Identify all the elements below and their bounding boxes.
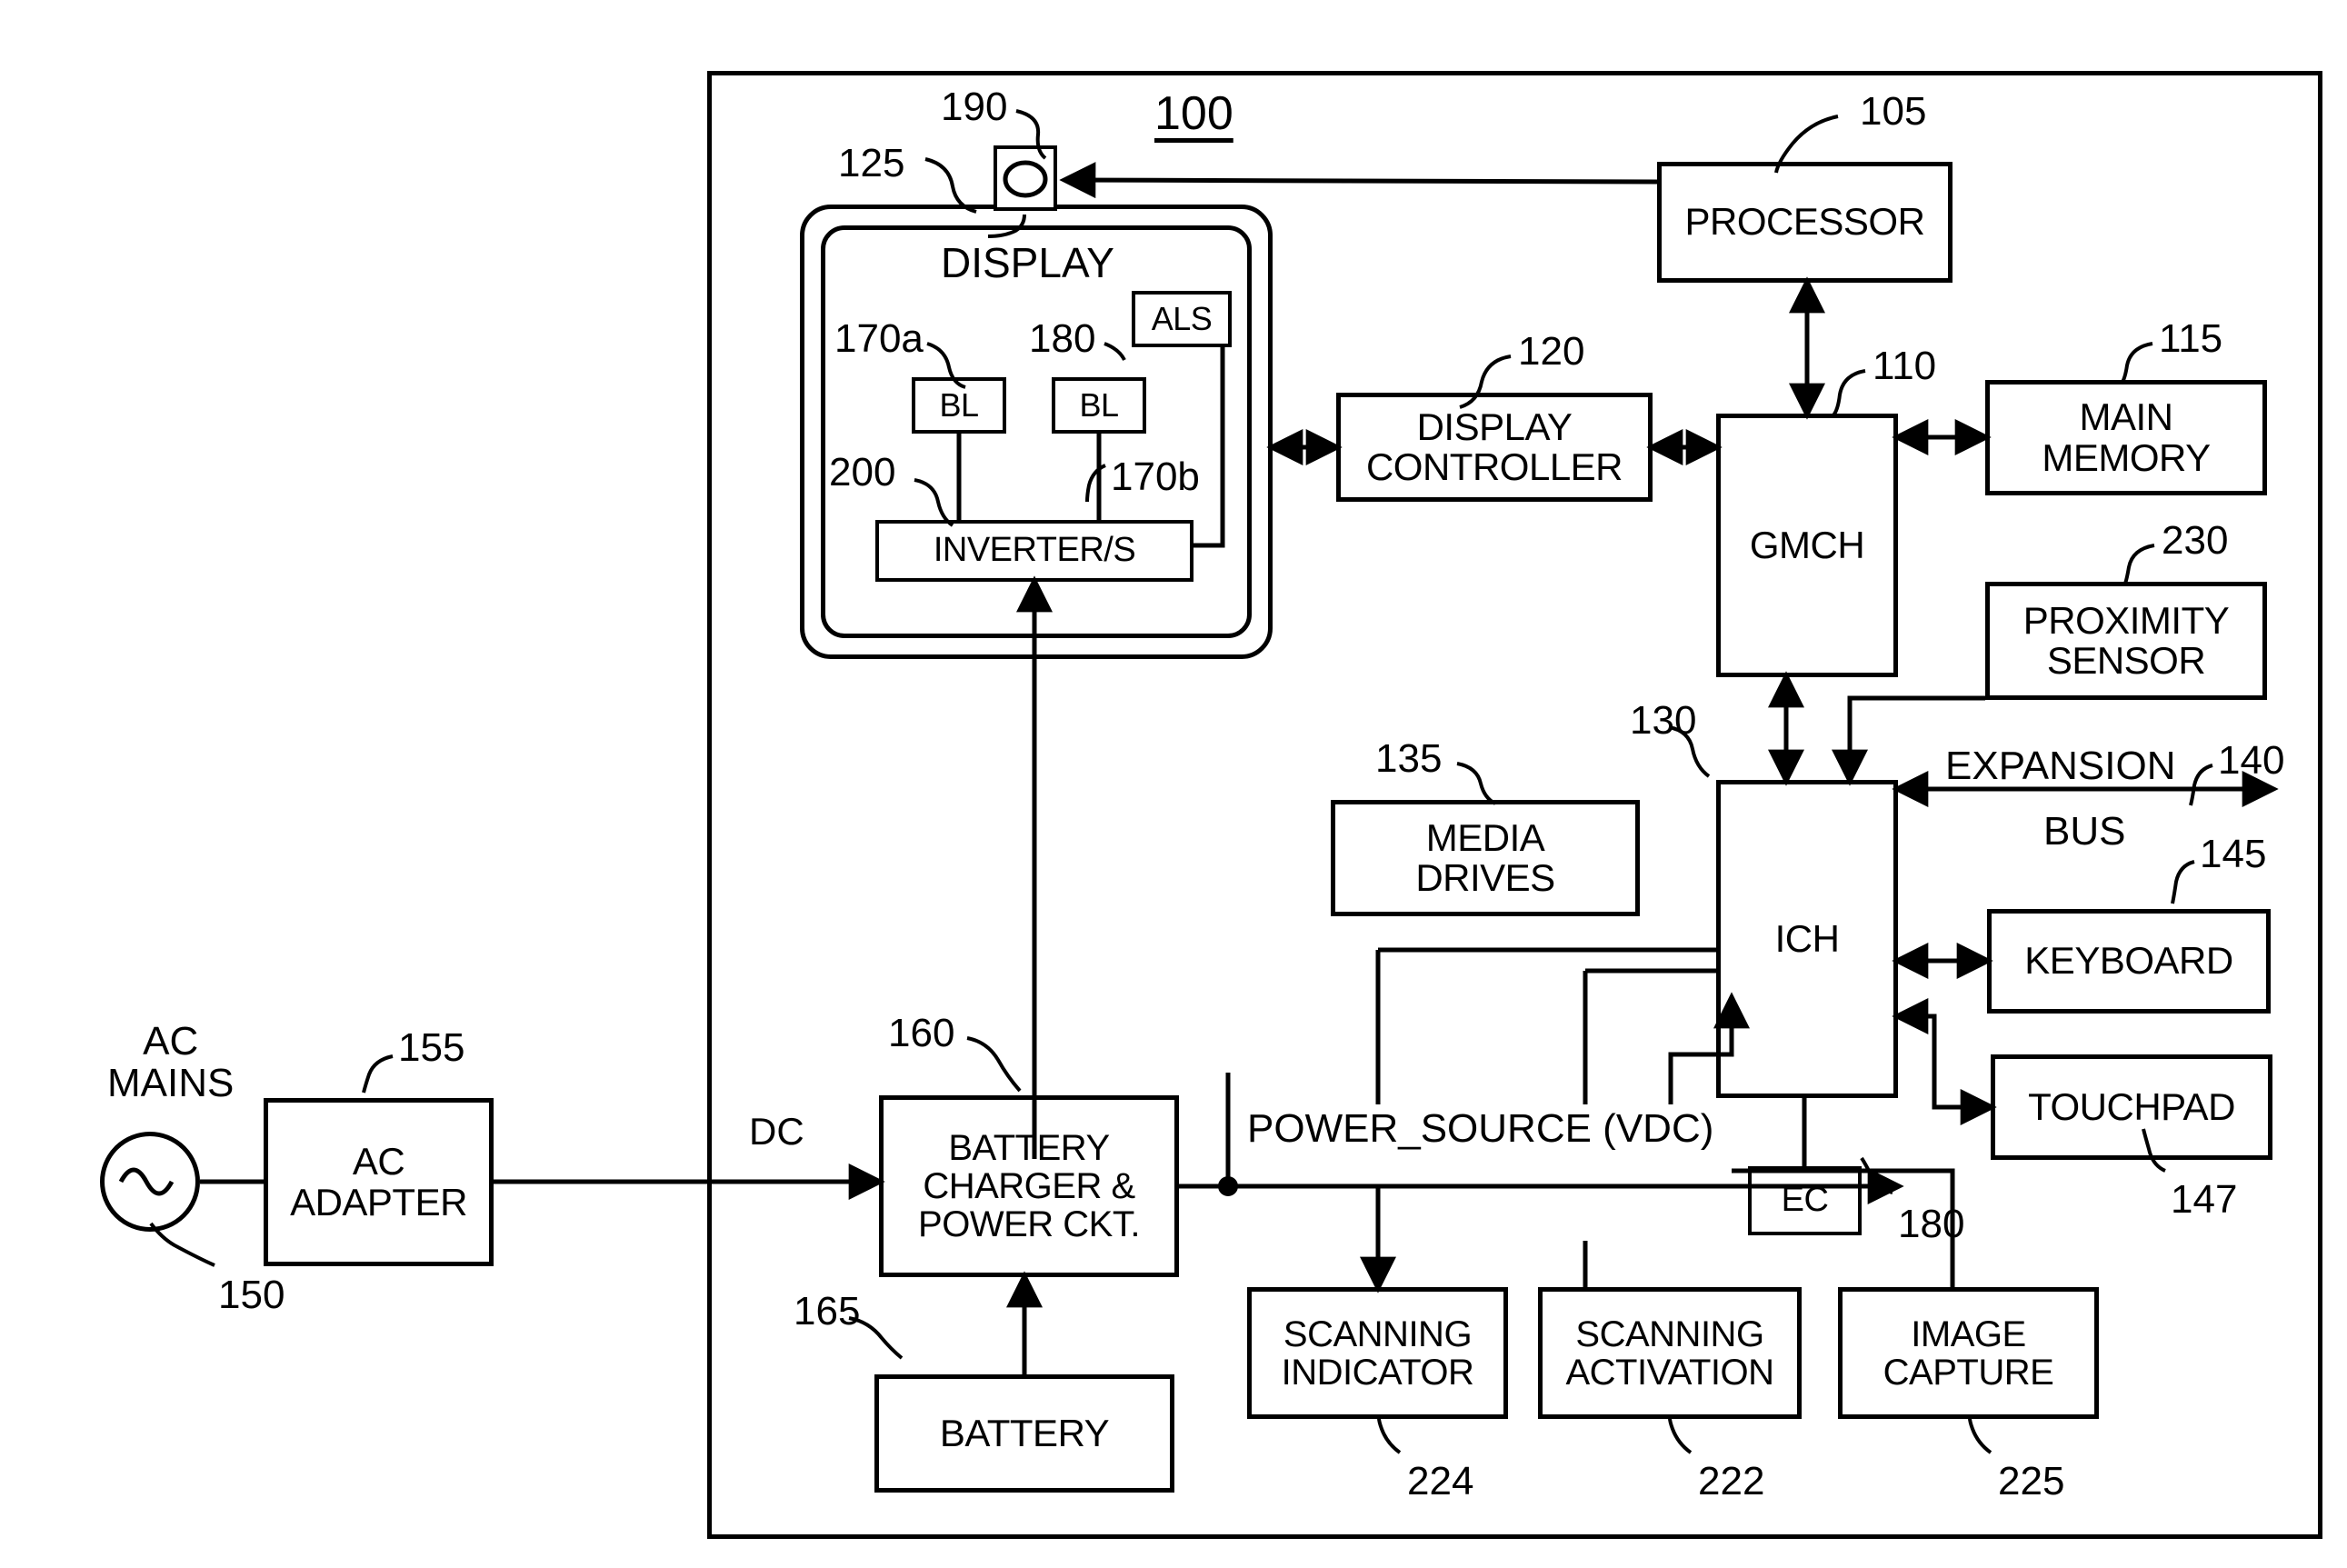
expansion-bus-label-line2: BUS [2043, 809, 2126, 854]
ref-160: 160 [888, 1011, 955, 1055]
processor-box: PROCESSOR [1657, 162, 1953, 283]
battery-box: BATTERY [874, 1374, 1174, 1493]
ac-source-icon [100, 1132, 200, 1232]
touchpad-label: TOUCHPAD [2028, 1084, 2235, 1128]
ref-224: 224 [1407, 1459, 1474, 1503]
ac-mains-label: AC MAINS [107, 1019, 235, 1106]
expansion-bus-label-line1: EXPANSION [1945, 744, 2176, 788]
scanning-activation-box: SCANNING ACTIVATION [1538, 1287, 1802, 1419]
ref-140: 140 [2218, 738, 2285, 783]
battery-charger-box: BATTERY CHARGER & POWER CKT. [879, 1095, 1179, 1277]
ref-147: 147 [2171, 1177, 2238, 1222]
scanning-indicator-label: SCANNING INDICATOR [1281, 1313, 1474, 1393]
display-controller-label: DISPLAY CONTROLLER [1365, 404, 1623, 488]
ec-label: EC [1781, 1181, 1829, 1220]
battery-label: BATTERY [939, 1411, 1110, 1454]
patent-figure-canvas: 100 DISPLAY ALS BL BL INVERTER/S DISPLAY… [0, 0, 2347, 1568]
ac-adapter-box: AC ADAPTER [264, 1098, 494, 1266]
ref-105: 105 [1860, 89, 1927, 134]
keyboard-label: KEYBOARD [2024, 939, 2233, 983]
ref-150: 150 [218, 1273, 285, 1317]
system-ref-100: 100 [1154, 87, 1233, 140]
ref-145: 145 [2200, 832, 2267, 876]
ref-165: 165 [794, 1289, 861, 1333]
main-memory-label: MAIN MEMORY [2042, 395, 2211, 479]
ref-130: 130 [1630, 698, 1697, 743]
backlight-b-label: BL [1079, 386, 1119, 424]
ref-180-ec: 180 [1898, 1202, 1965, 1246]
als-box: ALS [1132, 291, 1232, 347]
dc-label: DC [749, 1110, 804, 1153]
proximity-sensor-label: PROXIMITY SENSOR [2022, 598, 2230, 682]
gmch-box: GMCH [1716, 414, 1898, 677]
ref-180-als: 180 [1029, 316, 1096, 361]
ref-110: 110 [1873, 344, 1937, 388]
battery-charger-label: BATTERY CHARGER & POWER CKT. [918, 1128, 1140, 1244]
inverter-box: INVERTER/S [875, 520, 1193, 582]
display-controller-box: DISPLAY CONTROLLER [1336, 393, 1653, 502]
keyboard-box: KEYBOARD [1987, 909, 2271, 1014]
ec-box: EC [1748, 1166, 1862, 1235]
ich-label: ICH [1774, 916, 1840, 960]
main-memory-box: MAIN MEMORY [1985, 380, 2267, 495]
ref-230: 230 [2162, 518, 2229, 563]
backlight-b-box: BL [1052, 377, 1146, 434]
ich-box: ICH [1716, 780, 1898, 1098]
ref-222: 222 [1698, 1459, 1765, 1503]
backlight-a-label: BL [939, 386, 979, 424]
ac-adapter-label: AC ADAPTER [290, 1140, 467, 1223]
image-capture-box: IMAGE CAPTURE [1838, 1287, 2099, 1419]
ref-170a: 170a [834, 316, 924, 361]
proximity-sensor-box: PROXIMITY SENSOR [1985, 582, 2267, 700]
ref-155: 155 [398, 1025, 465, 1070]
processor-label: PROCESSOR [1684, 200, 1925, 244]
camera-sensor-box-190 [994, 145, 1057, 211]
media-drives-box: MEDIA DRIVES [1331, 800, 1640, 916]
image-capture-label: IMAGE CAPTURE [1883, 1313, 2054, 1393]
scanning-activation-label: SCANNING ACTIVATION [1565, 1313, 1774, 1393]
display-title: DISPLAY [941, 239, 1114, 286]
ref-200: 200 [829, 450, 896, 494]
ref-225: 225 [1998, 1459, 2065, 1503]
als-label: ALS [1151, 300, 1213, 338]
media-drives-label: MEDIA DRIVES [1415, 815, 1555, 899]
scanning-indicator-box: SCANNING INDICATOR [1247, 1287, 1508, 1419]
inverter-label: INVERTER/S [933, 531, 1136, 570]
ref-125: 125 [838, 141, 905, 185]
power-source-label: POWER_SOURCE (VDC) [1247, 1106, 1714, 1151]
gmch-label: GMCH [1749, 523, 1865, 566]
touchpad-box: TOUCHPAD [1991, 1054, 2272, 1160]
ref-120: 120 [1518, 329, 1585, 374]
ref-170b: 170b [1111, 454, 1200, 499]
ref-115: 115 [2159, 316, 2223, 361]
backlight-a-box: BL [912, 377, 1006, 434]
ref-135: 135 [1375, 736, 1443, 781]
ref-190: 190 [941, 85, 1008, 129]
